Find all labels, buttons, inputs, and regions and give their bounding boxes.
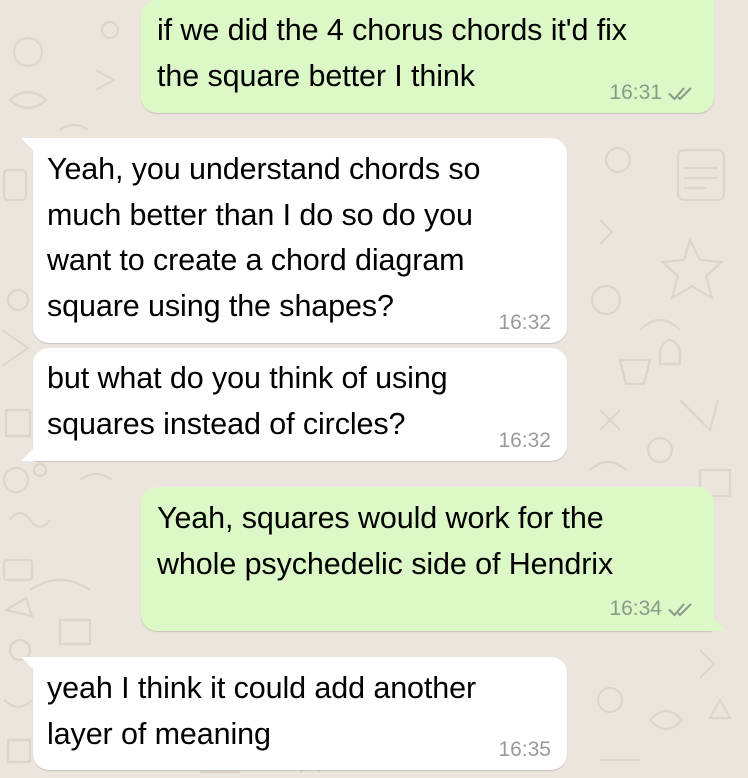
message-text: but what do you think of using squares i…	[47, 361, 448, 441]
chat-area: if we did the 4 chorus chords it'd fix t…	[0, 0, 748, 778]
double-check-icon	[668, 603, 692, 617]
message-time: 16:31	[609, 81, 662, 104]
message-meta: 16:35	[498, 738, 551, 762]
message-text: Yeah, you understand chords so much bett…	[47, 152, 481, 323]
double-check-icon	[668, 87, 692, 101]
message-bubble-incoming[interactable]: yeah I think it could add another layer …	[21, 657, 567, 770]
message-text: Yeah, squares would work for the whole p…	[157, 501, 614, 581]
message-meta: 16:34	[609, 597, 698, 621]
message-bubble-incoming[interactable]: Yeah, you understand chords so much bett…	[21, 138, 567, 343]
message-bubble-outgoing[interactable]: Yeah, squares would work for the whole p…	[141, 487, 726, 631]
message-bubble-incoming[interactable]: but what do you think of using squares i…	[21, 348, 567, 461]
bubble-tail	[706, 611, 726, 631]
message-time: 16:32	[498, 429, 551, 452]
message-meta: 16:31	[609, 81, 698, 105]
message-bubble-outgoing[interactable]: if we did the 4 chorus chords it'd fix t…	[141, 0, 714, 113]
bubble-tail	[21, 657, 41, 677]
message-time: 16:35	[498, 738, 551, 761]
message-time: 16:32	[498, 311, 551, 334]
message-meta: 16:32	[498, 311, 551, 335]
bubble-tail	[21, 138, 41, 158]
bubble-tail	[21, 441, 41, 461]
message-text: yeah I think it could add another layer …	[47, 671, 477, 751]
message-meta: 16:32	[498, 429, 551, 453]
message-time: 16:34	[609, 597, 662, 620]
